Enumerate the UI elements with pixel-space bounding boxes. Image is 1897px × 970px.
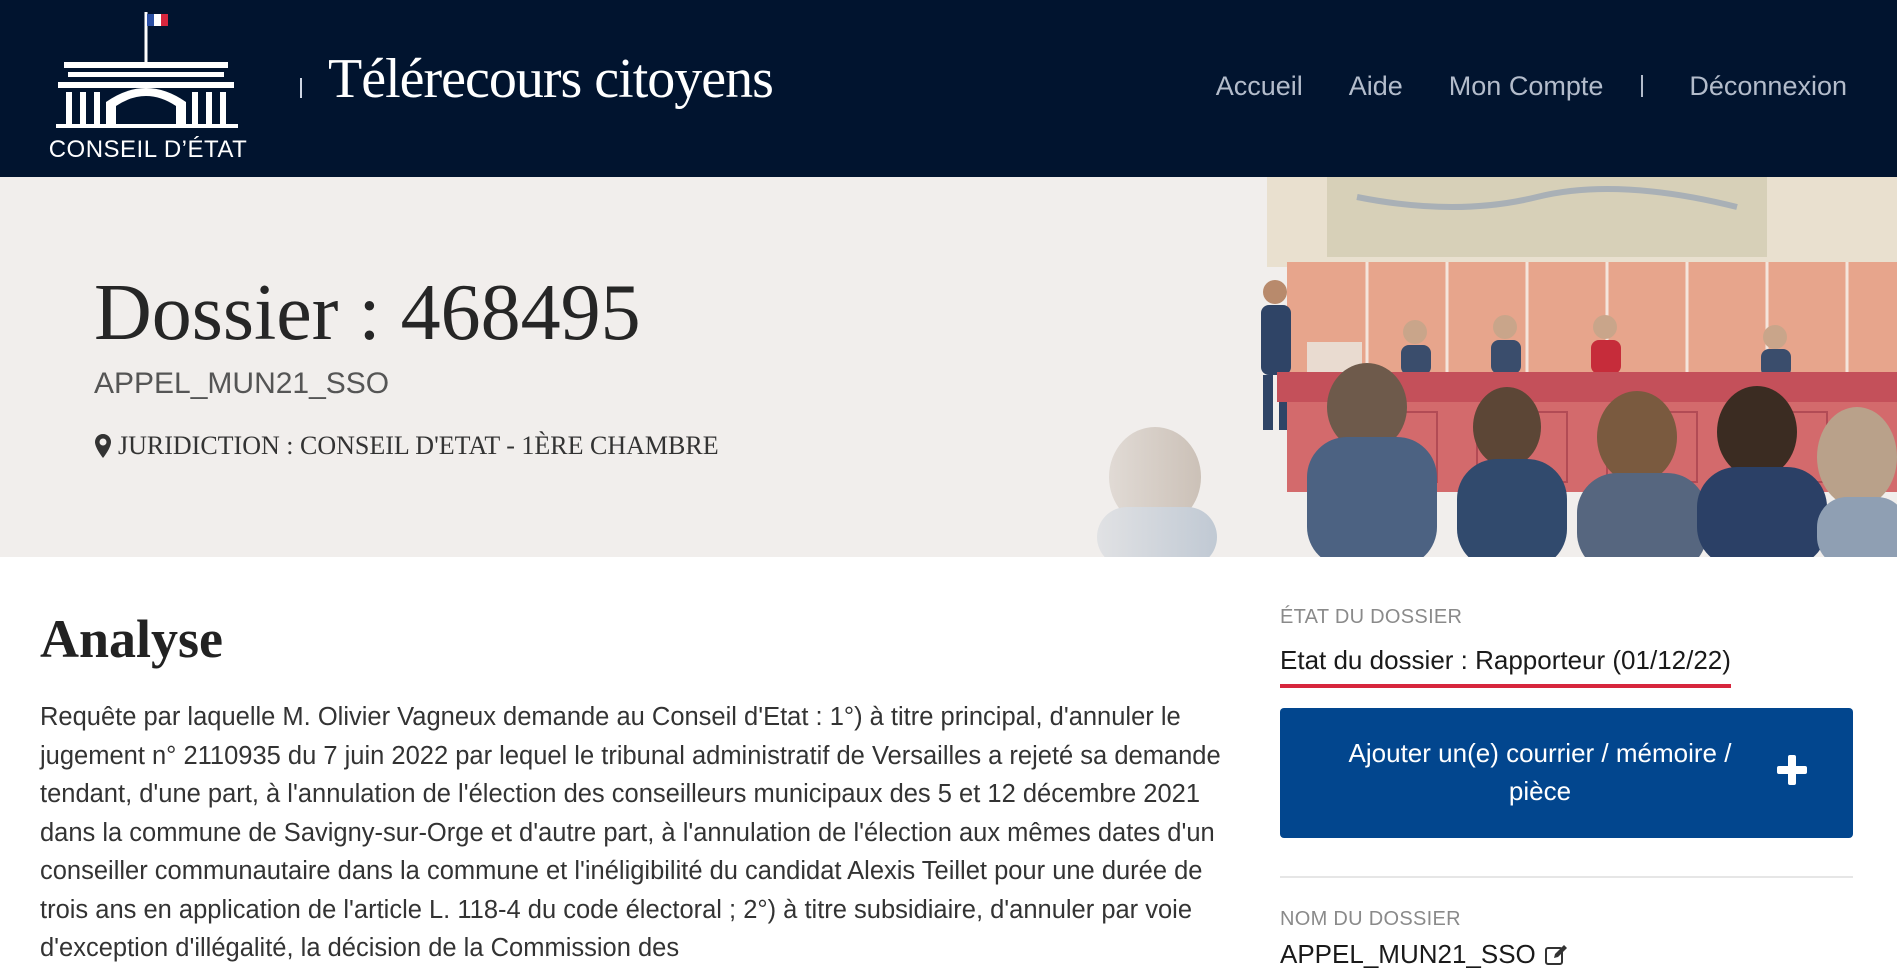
- nom-label: NOM DU DOSSIER: [1280, 908, 1461, 930]
- nom-value: APPEL_MUN21_SSO: [1280, 939, 1536, 969]
- analyse-heading: Analyse: [40, 609, 224, 669]
- title-separator: [300, 78, 302, 98]
- nom-row: APPEL_MUN21_SSO: [1280, 939, 1853, 970]
- main-nav: Accueil Aide Mon Compte Déconnexion: [1216, 66, 1847, 106]
- edit-icon[interactable]: [1544, 943, 1568, 967]
- nav-divider: [1641, 75, 1644, 97]
- dossier-banner: Dossier : 468495 APPEL_MUN21_SSO JURIDIC…: [0, 177, 1897, 557]
- dossier-code: APPEL_MUN21_SSO: [94, 367, 390, 400]
- add-document-button[interactable]: Ajouter un(e) courrier / mémoire / pièce: [1280, 708, 1853, 838]
- nav-deconnexion-link[interactable]: Déconnexion: [1689, 71, 1847, 102]
- add-document-label: Ajouter un(e) courrier / mémoire / pièce: [1348, 738, 1732, 806]
- site-title[interactable]: Télérecours citoyens: [328, 44, 774, 114]
- nav-mon-compte-link[interactable]: Mon Compte: [1449, 71, 1604, 102]
- map-marker-icon: [95, 434, 111, 458]
- juridiction-text: JURIDICTION : CONSEIL D'ETAT - 1ÈRE CHAM…: [118, 431, 719, 460]
- palace-logo-icon: [56, 12, 238, 128]
- logo-text: CONSEIL D’ÉTAT: [48, 136, 248, 163]
- sidebar-divider: [1280, 876, 1853, 878]
- nav-accueil-link[interactable]: Accueil: [1216, 71, 1303, 102]
- etat-status: Etat du dossier : Rapporteur (01/12/22): [1280, 645, 1731, 688]
- plus-icon: [1777, 755, 1807, 785]
- nav-aide-link[interactable]: Aide: [1349, 71, 1403, 102]
- courtroom-illustration: [1037, 177, 1897, 557]
- site-header: CONSEIL D’ÉTAT Télérecours citoyens Accu…: [0, 0, 1897, 177]
- conseil-etat-logo[interactable]: CONSEIL D’ÉTAT: [48, 10, 248, 170]
- analyse-text: Requête par laquelle M. Olivier Vagneux …: [40, 703, 1221, 962]
- etat-label: ÉTAT DU DOSSIER: [1280, 606, 1463, 628]
- dossier-sidebar: ÉTAT DU DOSSIER Etat du dossier : Rappor…: [1280, 606, 1853, 970]
- juridiction-line: JURIDICTION : CONSEIL D'ETAT - 1ÈRE CHAM…: [94, 431, 719, 461]
- dossier-title: Dossier : 468495: [94, 269, 641, 357]
